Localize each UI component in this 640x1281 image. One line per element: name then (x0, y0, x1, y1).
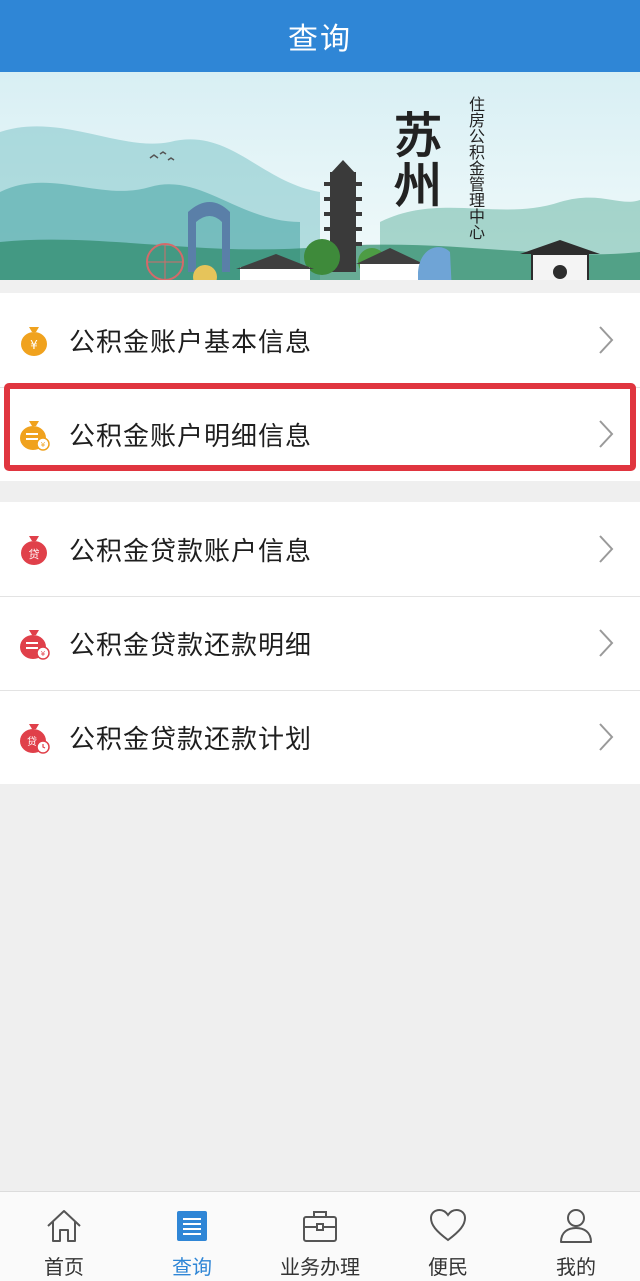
menu-item-loan-account-info[interactable]: 贷 公积金贷款账户信息 (0, 502, 640, 596)
account-menu-group: ¥ 公积金账户基本信息 ¥ 公积金账户明细信息 (0, 293, 640, 481)
chevron-right-icon (598, 722, 614, 752)
user-icon (556, 1206, 596, 1246)
suzhou-banner-image: 苏州 住房公积金管理中心 (0, 72, 640, 293)
briefcase-icon (300, 1206, 340, 1246)
menu-item-label: 公积金贷款还款明细 (69, 630, 313, 661)
repay-plan-icon: 贷 (18, 720, 50, 754)
ledger-moneybag-icon: ¥ (18, 417, 50, 451)
query-icon (172, 1206, 212, 1246)
tab-label: 首页 (44, 1255, 84, 1279)
menu-item-label: 公积金账户基本信息 (69, 327, 313, 358)
chevron-right-icon (598, 628, 614, 658)
svg-text:¥: ¥ (41, 441, 46, 449)
chevron-right-icon (598, 419, 614, 449)
repay-detail-icon: ¥ (18, 626, 50, 660)
page-title: 查询 (288, 22, 352, 57)
menu-item-account-basic-info[interactable]: ¥ 公积金账户基本信息 (0, 293, 640, 387)
top-header: 查询 (0, 0, 640, 72)
loan-menu-group: 贷 公积金贷款账户信息 ¥ 公积金贷款还款明细 贷 公积金贷款还款计划 (0, 502, 640, 784)
menu-item-label: 公积金账户明细信息 (69, 421, 313, 452)
svg-text:贷: 贷 (27, 735, 37, 748)
tab-home[interactable]: 首页 (0, 1192, 128, 1281)
tab-label: 业务办理 (280, 1255, 360, 1279)
tab-label: 查询 (172, 1255, 212, 1279)
heart-icon (428, 1206, 468, 1246)
svg-text:¥: ¥ (30, 338, 38, 352)
menu-item-account-detail-info[interactable]: ¥ 公积金账户明细信息 (0, 387, 640, 481)
home-icon (44, 1206, 84, 1246)
tab-query[interactable]: 查询 (128, 1192, 256, 1281)
tab-label: 我的 (556, 1255, 596, 1279)
chevron-right-icon (598, 534, 614, 564)
yuan-moneybag-icon: ¥ (18, 323, 50, 357)
menu-item-label: 公积金贷款还款计划 (69, 724, 313, 755)
tab-mine[interactable]: 我的 (512, 1192, 640, 1281)
menu-item-label: 公积金贷款账户信息 (69, 536, 313, 567)
svg-text:贷: 贷 (29, 547, 40, 561)
menu-item-loan-repayment-plan[interactable]: 贷 公积金贷款还款计划 (0, 690, 640, 784)
chevron-right-icon (598, 325, 614, 355)
bottom-tab-bar: 首页 查询 业务办理 便民 我的 (0, 1191, 640, 1281)
banner-org-name: 住房公积金管理中心 (466, 96, 485, 240)
banner-city-calligraphy: 苏州 (385, 110, 441, 210)
menu-item-loan-repayment-detail[interactable]: ¥ 公积金贷款还款明细 (0, 596, 640, 690)
svg-text:¥: ¥ (41, 650, 46, 658)
tab-label: 便民 (428, 1255, 468, 1279)
tab-business[interactable]: 业务办理 (256, 1192, 384, 1281)
tab-convenience[interactable]: 便民 (384, 1192, 512, 1281)
loan-moneybag-icon: 贷 (18, 532, 50, 566)
